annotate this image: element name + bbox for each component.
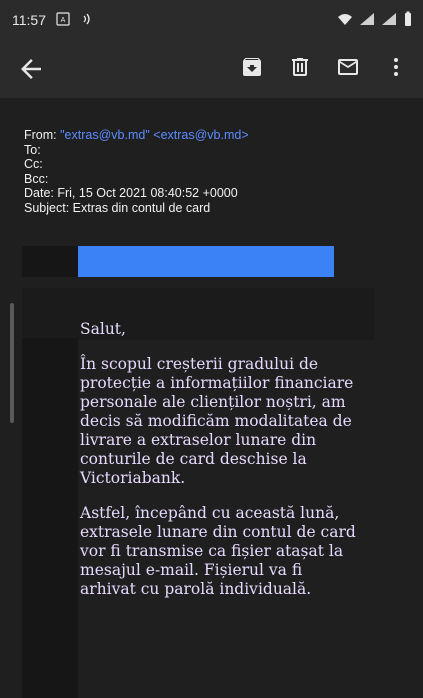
- scrollbar[interactable]: [10, 303, 14, 423]
- body-paragraph-2: Astfel, începând cu această lună, extras…: [80, 504, 356, 598]
- subject-line: Subject: Extras din contul de card: [24, 200, 211, 215]
- from-name-link[interactable]: "extras@vb.md": [60, 128, 150, 142]
- blue-banner: [78, 246, 334, 277]
- delete-icon: [288, 55, 312, 84]
- mark-unread-button[interactable]: [327, 50, 369, 88]
- mail-icon: [336, 55, 360, 84]
- from-line: From: "extras@vb.md" <extras@vb.md>: [24, 128, 404, 143]
- more-options-button[interactable]: [375, 50, 417, 88]
- email-headers: From: "extras@vb.md" <extras@vb.md> To: …: [24, 128, 404, 215]
- date-line: Date: Fri, 15 Oct 2021 08:40:52 +0000: [24, 186, 238, 200]
- bcc-line: Bcc:: [24, 171, 49, 186]
- cc-line: Cc:: [24, 157, 43, 171]
- dark-block-left: [22, 246, 78, 277]
- svg-text:A: A: [61, 17, 66, 24]
- app-bar: [0, 40, 423, 98]
- signal-1-icon: [359, 12, 375, 29]
- to-line: To:: [24, 142, 41, 157]
- back-arrow-icon[interactable]: [16, 54, 46, 84]
- status-bar: 11:57 A: [0, 0, 423, 40]
- body-paragraph-1: În scopul creșterii gradului de protecți…: [80, 355, 354, 487]
- archive-button[interactable]: [231, 50, 273, 88]
- wifi-icon: [337, 12, 353, 29]
- more-vert-icon: [384, 55, 408, 84]
- from-label: From:: [24, 128, 57, 142]
- status-time: 11:57: [12, 12, 46, 28]
- from-email-link[interactable]: <extras@vb.md>: [153, 128, 248, 142]
- signal-2-icon: [381, 12, 397, 29]
- greeting: Salut,: [80, 320, 126, 338]
- sound-waves-icon: [80, 12, 96, 29]
- translate-icon: A: [56, 11, 70, 29]
- battery-icon: [403, 11, 413, 30]
- delete-button[interactable]: [279, 50, 321, 88]
- email-body: Salut, În scopul creșterii gradului de p…: [80, 320, 360, 615]
- message-content: From: "extras@vb.md" <extras@vb.md> To: …: [0, 98, 423, 698]
- archive-icon: [240, 55, 264, 84]
- dark-column: [22, 338, 78, 698]
